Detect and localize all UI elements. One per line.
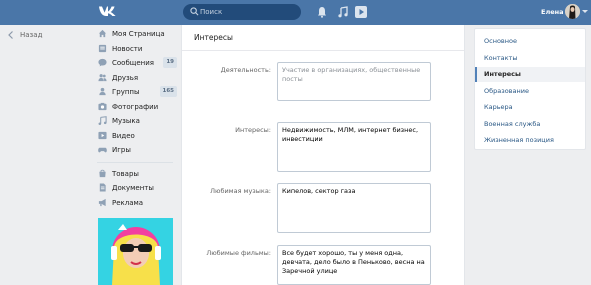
favorite-music-label: Любимая музыка: <box>210 187 271 195</box>
menu-item-contacts[interactable]: Контакты <box>475 51 585 66</box>
sidebar-item-label: Реклама <box>112 198 144 207</box>
messages-count-badge: 19 <box>163 57 177 68</box>
sidebar-item-label: Видео <box>112 131 135 140</box>
menu-item-label: Жизненная позиция <box>484 136 554 144</box>
menu-item-label: Основное <box>484 37 517 45</box>
photos-icon <box>98 102 107 110</box>
bell-icon[interactable] <box>317 6 327 18</box>
megaphone-icon <box>98 198 106 206</box>
chevron-left-icon <box>8 31 13 39</box>
page-title: Интересы <box>194 33 233 42</box>
sidebar-item-messages[interactable]: Сообщения 19 <box>97 56 177 71</box>
friends-icon <box>98 73 107 81</box>
music-icon <box>98 116 107 125</box>
avatar[interactable] <box>565 4 580 19</box>
sidebar-item-my-page[interactable]: Моя Страница <box>97 27 177 42</box>
chevron-down-icon[interactable] <box>582 10 588 13</box>
search-icon <box>190 7 199 16</box>
sidebar-item-label: Моя Страница <box>112 30 165 38</box>
menu-item-life-position[interactable]: Жизненная позиция <box>475 133 585 148</box>
favorite-movies-field[interactable]: Все будет хорошо, ты у меня одна, девчат… <box>277 245 431 285</box>
sidebar-item-music[interactable]: Музыка <box>97 114 177 129</box>
groups-count-badge: 165 <box>159 86 177 97</box>
panel-header: Интересы <box>182 25 464 51</box>
sidebar-item-label: Сообщения <box>112 59 155 67</box>
sidebar-divider <box>97 161 173 163</box>
menu-item-label: Карьера <box>484 103 513 111</box>
menu-item-military[interactable]: Военная служба <box>475 117 585 132</box>
menu-item-career[interactable]: Карьера <box>475 100 585 115</box>
interests-field[interactable]: Недвижимость, МЛМ, интернет бизнес, инве… <box>277 122 431 172</box>
main-panel: Интересы Деятельность: Участие в организ… <box>181 25 465 285</box>
favorite-music-field[interactable]: Кипелов, сектор газа <box>277 183 431 233</box>
messages-icon <box>98 58 107 67</box>
menu-item-label: Интересы <box>484 70 521 78</box>
menu-item-education[interactable]: Образование <box>475 84 585 99</box>
sidebar-item-ads[interactable]: Реклама <box>97 196 177 211</box>
activity-field[interactable]: Участие в организациях, общественные пос… <box>277 62 431 101</box>
top-bar: Поиск Елена <box>0 0 591 25</box>
sidebar-item-label: Игры <box>112 146 131 154</box>
sidebar-item-groups[interactable]: Группы 165 <box>97 85 177 100</box>
sidebar-item-label: Музыка <box>112 117 140 125</box>
search-placeholder: Поиск <box>200 8 223 16</box>
sidebar-item-label: Документы <box>112 184 154 192</box>
sidebar-item-documents[interactable]: Документы <box>97 181 177 196</box>
activity-label: Деятельность: <box>220 66 271 74</box>
interests-label: Интересы: <box>235 126 271 134</box>
promo-image[interactable] <box>98 218 173 285</box>
sidebar-item-goods[interactable]: Товары <box>97 167 177 182</box>
documents-icon <box>99 183 106 192</box>
games-icon <box>98 147 107 153</box>
sidebar-item-games[interactable]: Игры <box>97 143 177 158</box>
menu-item-label: Образование <box>484 86 529 95</box>
search-input[interactable]: Поиск <box>183 4 301 20</box>
favorite-movies-label: Любимые фильмы: <box>206 249 271 257</box>
music-note-icon[interactable] <box>338 6 348 18</box>
groups-icon <box>99 87 106 96</box>
back-label: Назад <box>20 31 43 39</box>
sidebar-item-label: Друзья <box>112 73 139 82</box>
menu-item-label: Контакты <box>484 53 518 62</box>
menu-item-basic[interactable]: Основное <box>475 34 585 49</box>
video-icon <box>98 131 107 139</box>
menu-item-interests[interactable]: Интересы <box>475 67 585 82</box>
home-icon <box>98 29 107 38</box>
sidebar-item-label: Группы <box>112 88 140 96</box>
sidebar-item-video[interactable]: Видео <box>97 129 177 144</box>
sidebar-item-label: Фотографии <box>112 102 159 111</box>
sidebar-item-label: Товары <box>112 169 139 178</box>
sidebar-item-friends[interactable]: Друзья <box>97 71 177 86</box>
section-menu: Основное Контакты Интересы Образование К… <box>474 28 586 150</box>
sidebar-item-photos[interactable]: Фотографии <box>97 100 177 115</box>
sidebar-nav: Моя Страница Новости Сообщения 19 Друзья… <box>97 27 177 210</box>
play-icon[interactable] <box>355 6 367 18</box>
sidebar-item-label: Новости <box>112 44 143 53</box>
news-icon <box>98 44 107 52</box>
user-name[interactable]: Елена <box>541 8 564 17</box>
goods-icon <box>99 169 106 177</box>
vk-logo-icon[interactable] <box>98 5 116 19</box>
menu-item-label: Военная служба <box>484 119 541 128</box>
sidebar-item-news[interactable]: Новости <box>97 42 177 57</box>
